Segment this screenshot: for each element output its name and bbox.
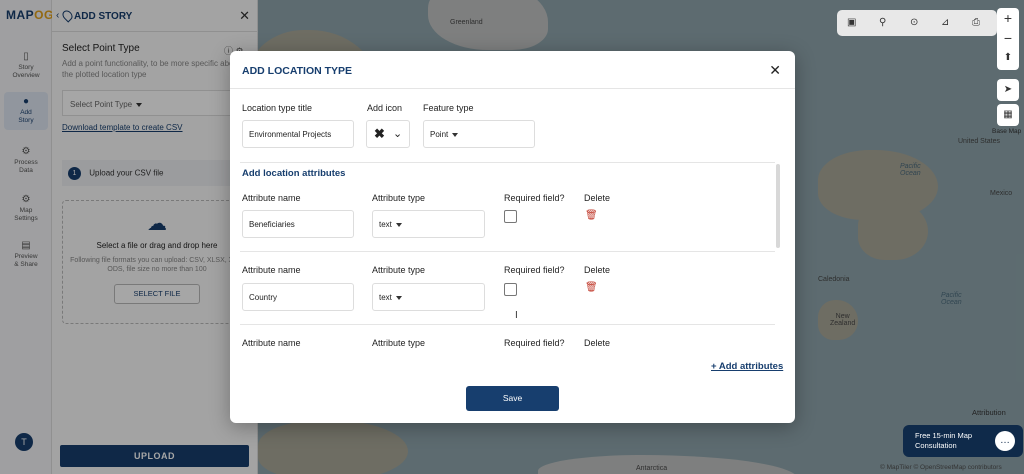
add-location-type-modal: ADD LOCATION TYPE ✕ Location type title … xyxy=(230,51,795,423)
attribute-type-header: Attribute type xyxy=(372,338,426,348)
divider xyxy=(240,251,775,252)
attribute-type-header: Attribute type xyxy=(372,193,426,203)
add-icon-label: Add icon xyxy=(367,103,403,113)
attributes-section-title: Add location attributes xyxy=(242,168,346,179)
measure-icon[interactable]: ⊿ xyxy=(941,17,949,28)
panel-dim-overlay xyxy=(0,0,258,474)
divider xyxy=(240,162,775,163)
locate-icon[interactable]: ⊙ xyxy=(910,17,918,28)
search-icon[interactable]: ⚲ xyxy=(879,17,886,28)
icon-picker[interactable]: ✖ ⌄ xyxy=(366,120,410,148)
attributes-scrollbar[interactable] xyxy=(776,164,780,248)
attribution-link[interactable]: Attribution xyxy=(972,408,1006,417)
attribute-name-header: Attribute name xyxy=(242,338,301,348)
attribute-name-input[interactable]: Country xyxy=(242,283,354,311)
required-field-header: Required field? xyxy=(504,265,565,275)
divider xyxy=(240,324,775,325)
required-checkbox[interactable] xyxy=(504,283,517,296)
print-icon[interactable]: ⎙ xyxy=(972,17,980,28)
basemap-icon[interactable]: ▦ xyxy=(997,104,1019,126)
basemap-label: Base Map xyxy=(992,128,1022,135)
zoom-controls: + − ⬆ xyxy=(997,8,1019,70)
compass-icon[interactable]: ⬆ xyxy=(997,48,1019,68)
map-toolbar: ▣ ⚲ ⊙ ⊿ ⎙ xyxy=(837,10,997,36)
zoom-out-button[interactable]: − xyxy=(997,28,1019,48)
location-type-title-label: Location type title xyxy=(242,103,313,113)
location-type-title-input[interactable]: Environmental Projects xyxy=(242,120,354,148)
delete-header: Delete xyxy=(584,265,611,275)
chevron-down-icon: ⌄ xyxy=(393,128,403,140)
consultation-text: Free 15-min Map Consultation xyxy=(915,431,973,450)
chat-icon[interactable]: … xyxy=(995,431,1015,451)
modal-header: ADD LOCATION TYPE ✕ xyxy=(230,51,795,89)
caret-down-icon xyxy=(395,222,402,227)
trash-icon[interactable]: 🗑 xyxy=(585,211,598,221)
attribute-type-header: Attribute type xyxy=(372,265,426,275)
text-cursor-icon: I xyxy=(515,310,518,321)
attribute-type-select[interactable]: text xyxy=(372,283,485,311)
feature-type-label: Feature type xyxy=(423,103,474,113)
zoom-in-button[interactable]: + xyxy=(997,8,1019,28)
modal-title: ADD LOCATION TYPE xyxy=(242,65,353,77)
cross-icon: ✖ xyxy=(374,126,385,141)
attribute-name-input[interactable]: Beneficiaries xyxy=(242,210,354,238)
delete-header: Delete xyxy=(584,338,611,348)
save-button[interactable]: Save xyxy=(466,386,559,411)
trash-icon[interactable]: 🗑 xyxy=(585,283,598,293)
required-field-header: Required field? xyxy=(504,338,565,348)
consultation-banner[interactable]: Free 15-min Map Consultation … xyxy=(903,425,1023,457)
map-view-icon[interactable]: ▣ xyxy=(847,17,856,28)
caret-down-icon xyxy=(452,132,459,137)
delete-header: Delete xyxy=(584,193,611,203)
add-attributes-link[interactable]: + Add attributes xyxy=(711,361,783,372)
required-field-header: Required field? xyxy=(504,193,565,203)
attribute-type-select[interactable]: text xyxy=(372,210,485,238)
required-checkbox[interactable] xyxy=(504,210,517,223)
map-copyright: © MapTiler © OpenStreetMap contributors xyxy=(880,464,1002,471)
navigate-icon[interactable]: ➤ xyxy=(997,79,1019,101)
caret-down-icon xyxy=(395,295,402,300)
attribute-name-header: Attribute name xyxy=(242,265,301,275)
feature-type-select[interactable]: Point xyxy=(423,120,535,148)
attribute-name-header: Attribute name xyxy=(242,193,301,203)
close-icon[interactable]: ✕ xyxy=(769,62,781,79)
